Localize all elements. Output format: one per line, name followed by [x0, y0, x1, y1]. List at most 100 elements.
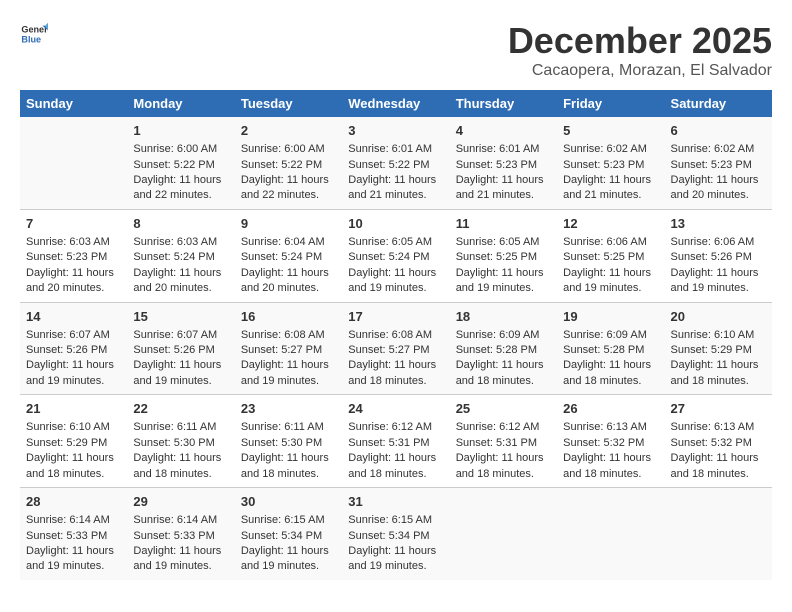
day-number: 22 [133, 400, 228, 418]
day-info: and 19 minutes. [26, 374, 121, 389]
day-info: Sunrise: 6:00 AM [241, 142, 336, 157]
day-info: Sunrise: 6:08 AM [241, 328, 336, 343]
day-number: 11 [456, 215, 551, 233]
day-info: and 18 minutes. [348, 374, 443, 389]
calendar-cell: 15Sunrise: 6:07 AMSunset: 5:26 PMDayligh… [127, 302, 234, 395]
calendar-cell: 8Sunrise: 6:03 AMSunset: 5:24 PMDaylight… [127, 209, 234, 302]
day-info: Sunrise: 6:02 AM [671, 142, 766, 157]
calendar-cell: 23Sunrise: 6:11 AMSunset: 5:30 PMDayligh… [235, 395, 342, 488]
day-info: Sunset: 5:22 PM [241, 158, 336, 173]
day-info: Sunset: 5:24 PM [241, 250, 336, 265]
day-number: 20 [671, 308, 766, 326]
title-block: December 2025 Cacaopera, Morazan, El Sal… [508, 20, 772, 80]
day-info: Daylight: 11 hours [671, 266, 766, 281]
day-info: Sunset: 5:22 PM [348, 158, 443, 173]
day-number: 29 [133, 493, 228, 511]
day-info: Sunrise: 6:05 AM [456, 235, 551, 250]
day-info: and 20 minutes. [26, 281, 121, 296]
day-info: Sunset: 5:23 PM [671, 158, 766, 173]
calendar-cell: 29Sunrise: 6:14 AMSunset: 5:33 PMDayligh… [127, 488, 234, 580]
day-info: and 20 minutes. [241, 281, 336, 296]
day-info: Sunset: 5:26 PM [26, 343, 121, 358]
day-info: and 22 minutes. [241, 188, 336, 203]
day-info: and 18 minutes. [348, 467, 443, 482]
day-info: and 18 minutes. [26, 467, 121, 482]
calendar-cell: 22Sunrise: 6:11 AMSunset: 5:30 PMDayligh… [127, 395, 234, 488]
day-info: Sunset: 5:26 PM [133, 343, 228, 358]
location-title: Cacaopera, Morazan, El Salvador [508, 62, 772, 80]
day-info: and 19 minutes. [26, 559, 121, 574]
calendar-cell: 31Sunrise: 6:15 AMSunset: 5:34 PMDayligh… [342, 488, 449, 580]
day-info: and 19 minutes. [348, 281, 443, 296]
day-number: 26 [563, 400, 658, 418]
day-info: Daylight: 11 hours [456, 173, 551, 188]
calendar-cell: 9Sunrise: 6:04 AMSunset: 5:24 PMDaylight… [235, 209, 342, 302]
day-info: Daylight: 11 hours [241, 266, 336, 281]
day-info: Sunrise: 6:01 AM [456, 142, 551, 157]
day-number: 1 [133, 122, 228, 140]
day-number: 9 [241, 215, 336, 233]
day-info: Sunrise: 6:03 AM [26, 235, 121, 250]
calendar-cell [557, 488, 664, 580]
day-number: 2 [241, 122, 336, 140]
day-number: 17 [348, 308, 443, 326]
day-number: 19 [563, 308, 658, 326]
calendar-week-row: 1Sunrise: 6:00 AMSunset: 5:22 PMDaylight… [20, 117, 772, 209]
weekday-header-thursday: Thursday [450, 90, 557, 117]
day-info: Daylight: 11 hours [348, 358, 443, 373]
day-info: Sunset: 5:25 PM [563, 250, 658, 265]
day-info: Daylight: 11 hours [133, 544, 228, 559]
day-number: 7 [26, 215, 121, 233]
day-info: Sunset: 5:24 PM [133, 250, 228, 265]
day-info: Sunrise: 6:08 AM [348, 328, 443, 343]
day-info: Sunset: 5:29 PM [671, 343, 766, 358]
day-info: Sunrise: 6:06 AM [563, 235, 658, 250]
day-number: 21 [26, 400, 121, 418]
day-info: Sunset: 5:25 PM [456, 250, 551, 265]
day-number: 25 [456, 400, 551, 418]
day-info: Daylight: 11 hours [563, 358, 658, 373]
day-info: Sunrise: 6:10 AM [671, 328, 766, 343]
day-number: 30 [241, 493, 336, 511]
day-info: Sunrise: 6:12 AM [456, 420, 551, 435]
day-info: Sunset: 5:32 PM [563, 436, 658, 451]
day-number: 10 [348, 215, 443, 233]
day-info: and 18 minutes. [133, 467, 228, 482]
day-info: Sunset: 5:28 PM [563, 343, 658, 358]
day-number: 27 [671, 400, 766, 418]
day-info: Sunrise: 6:12 AM [348, 420, 443, 435]
day-info: Sunrise: 6:13 AM [671, 420, 766, 435]
day-info: Sunrise: 6:09 AM [563, 328, 658, 343]
day-info: Daylight: 11 hours [563, 266, 658, 281]
day-info: Sunrise: 6:10 AM [26, 420, 121, 435]
day-info: Sunset: 5:31 PM [456, 436, 551, 451]
calendar-header-row: SundayMondayTuesdayWednesdayThursdayFrid… [20, 90, 772, 117]
weekday-header-wednesday: Wednesday [342, 90, 449, 117]
day-info: Daylight: 11 hours [456, 266, 551, 281]
calendar-cell: 14Sunrise: 6:07 AMSunset: 5:26 PMDayligh… [20, 302, 127, 395]
calendar-cell: 20Sunrise: 6:10 AMSunset: 5:29 PMDayligh… [665, 302, 772, 395]
calendar-cell [20, 117, 127, 209]
day-info: Sunrise: 6:02 AM [563, 142, 658, 157]
day-info: Sunset: 5:32 PM [671, 436, 766, 451]
day-info: Daylight: 11 hours [133, 358, 228, 373]
day-info: and 22 minutes. [133, 188, 228, 203]
day-info: Daylight: 11 hours [348, 544, 443, 559]
day-number: 23 [241, 400, 336, 418]
day-info: and 19 minutes. [241, 374, 336, 389]
day-info: and 19 minutes. [456, 281, 551, 296]
day-number: 8 [133, 215, 228, 233]
day-info: Daylight: 11 hours [241, 358, 336, 373]
calendar-cell: 5Sunrise: 6:02 AMSunset: 5:23 PMDaylight… [557, 117, 664, 209]
day-info: and 20 minutes. [671, 188, 766, 203]
calendar-cell: 28Sunrise: 6:14 AMSunset: 5:33 PMDayligh… [20, 488, 127, 580]
calendar-cell: 10Sunrise: 6:05 AMSunset: 5:24 PMDayligh… [342, 209, 449, 302]
day-info: Sunset: 5:33 PM [26, 529, 121, 544]
day-info: Sunrise: 6:14 AM [26, 513, 121, 528]
day-info: and 19 minutes. [348, 559, 443, 574]
calendar-cell [450, 488, 557, 580]
day-info: Daylight: 11 hours [133, 173, 228, 188]
day-info: and 19 minutes. [133, 559, 228, 574]
day-info: Sunset: 5:33 PM [133, 529, 228, 544]
day-info: and 21 minutes. [456, 188, 551, 203]
